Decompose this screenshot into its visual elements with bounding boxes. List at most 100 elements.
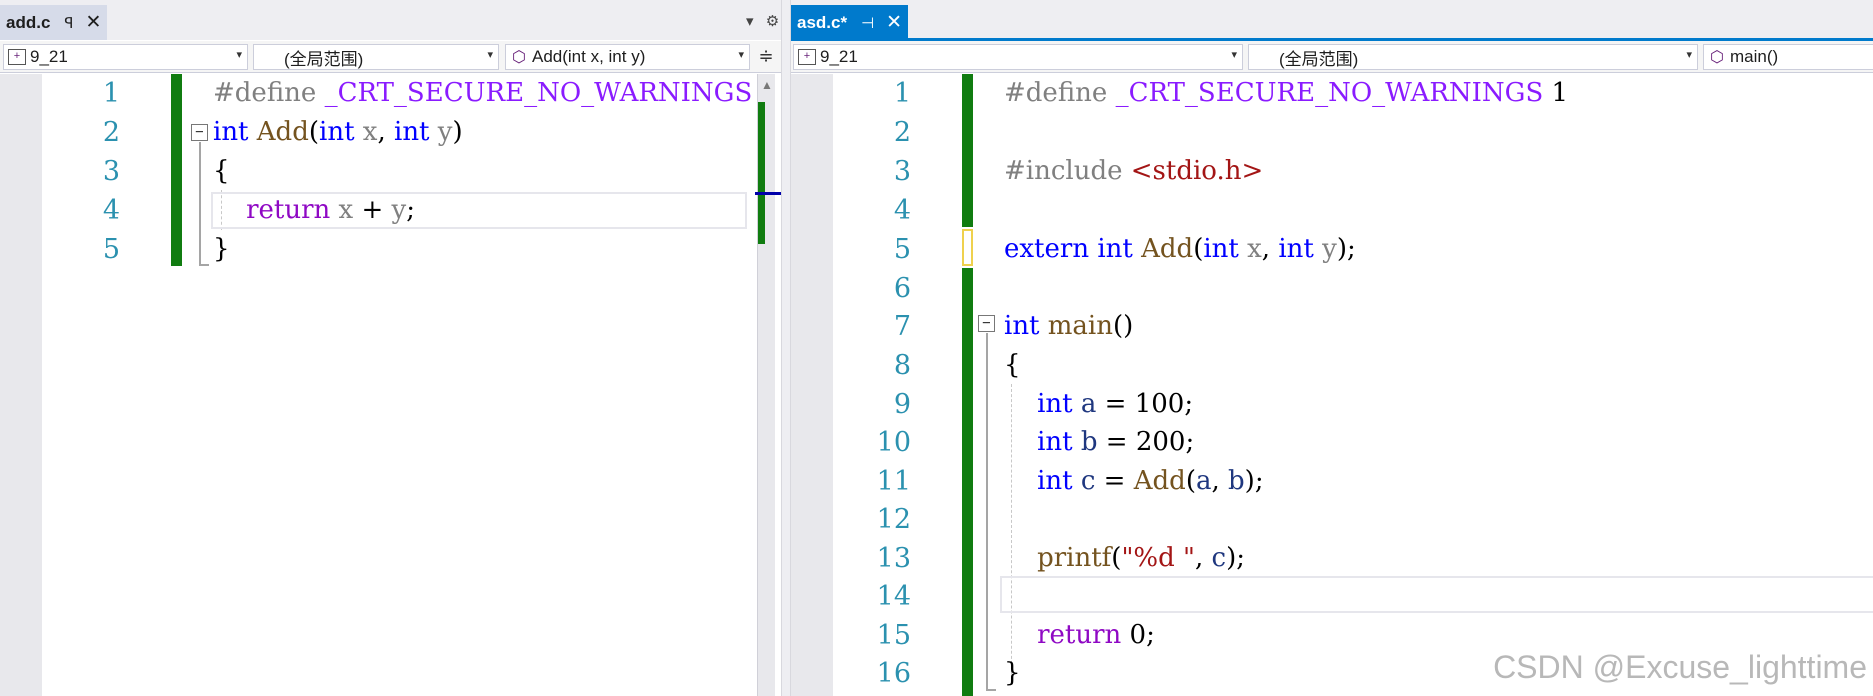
tab-add-c[interactable]: add.c ꟼ ✕	[0, 5, 108, 40]
code-editor[interactable]: 1 2 3 4 5 6 7 8 9 10 11 12 13 14 15 16 −…	[791, 74, 1873, 696]
tab-list-dropdown-icon[interactable]: ▾	[746, 12, 754, 30]
token-string: "%d "	[1121, 543, 1195, 573]
line-number: 2	[102, 117, 120, 148]
pin-icon[interactable]: ꟼ	[64, 14, 73, 32]
token-function: Add	[1141, 234, 1194, 264]
collapse-toggle[interactable]: −	[191, 124, 208, 141]
line-number: 4	[893, 195, 911, 226]
outline-line	[986, 333, 988, 691]
token-variable: a	[1195, 466, 1212, 496]
code-line-15: return 0;	[1004, 620, 1155, 650]
navigation-bar: + 9_21 ▾ (全局范围) ▾ ⬡ main()	[791, 41, 1873, 73]
token-preprocessor: #define	[1004, 78, 1108, 108]
token-punct: (	[1193, 234, 1204, 264]
code-line-11: int c = Add(a, b);	[1004, 466, 1264, 496]
token-param: y	[1322, 234, 1337, 264]
project-name: 9_21	[820, 47, 858, 66]
pin-icon[interactable]: ⊣	[861, 14, 874, 32]
code-line-8: {	[1004, 350, 1021, 380]
line-number: 2	[893, 117, 911, 148]
token-function: Add	[1133, 466, 1186, 496]
project-name: 9_21	[30, 47, 68, 66]
close-icon[interactable]: ✕	[886, 11, 902, 34]
chevron-down-icon: ▾	[1231, 49, 1237, 61]
project-icon: +	[8, 49, 26, 65]
change-tracking-bar	[962, 74, 973, 227]
token-number: 100	[1134, 389, 1185, 419]
code-editor[interactable]: 1 2 3 4 5 − #define _CRT_SECURE_NO_WARNI…	[0, 74, 777, 696]
scrollbar-caret-marker	[755, 192, 781, 195]
token-number: 1	[1551, 78, 1569, 108]
token-param: y	[391, 195, 407, 225]
line-number: 5	[102, 234, 120, 265]
scope-name: (全局范围)	[284, 49, 364, 69]
vertical-scrollbar[interactable]: ▲	[755, 74, 781, 696]
change-tracking-bar	[962, 268, 973, 696]
scope-name: (全局范围)	[1279, 49, 1359, 69]
token-keyword: int	[394, 117, 430, 147]
member-dropdown[interactable]: ⬡ main()	[1703, 44, 1873, 70]
token-preprocessor: #define	[213, 78, 317, 108]
line-number: 1	[102, 78, 120, 109]
token-macro: _CRT_SECURE_NO_WARNINGS	[1115, 78, 1544, 108]
current-line-highlight	[1000, 576, 1873, 613]
token-param: x	[1247, 234, 1262, 264]
token-punct: );	[1226, 543, 1245, 573]
line-number: 12	[876, 504, 911, 535]
line-number: 5	[893, 234, 911, 265]
code-line-16: }	[1004, 658, 1021, 688]
token-punct: (	[1111, 543, 1122, 573]
code-line-3: {	[213, 156, 230, 186]
token-punct: ;	[1185, 427, 1195, 457]
outline-line	[199, 142, 201, 266]
code-line-13: printf("%d ", c);	[1004, 543, 1245, 573]
gear-icon[interactable]: ⚙	[766, 12, 779, 30]
token-preprocessor: #include	[1004, 156, 1123, 186]
token-function: printf	[1037, 543, 1112, 573]
token-punct: ()	[1113, 311, 1134, 341]
collapse-toggle[interactable]: −	[978, 315, 995, 332]
token-punct: ;	[406, 195, 415, 225]
scope-dropdown[interactable]: (全局范围) ▾	[1248, 44, 1698, 70]
chevron-down-icon: ▾	[487, 49, 493, 61]
tab-title: add.c	[6, 12, 51, 32]
line-number: 15	[876, 620, 911, 651]
line-number: 7	[893, 311, 911, 342]
code-line-1: #define _CRT_SECURE_NO_WARNINGS 1	[213, 78, 777, 108]
tab-asd-c[interactable]: asd.c* ⊣ ✕	[791, 5, 909, 40]
tab-strip: add.c ꟼ ✕ ▾ ⚙	[0, 0, 781, 40]
token-variable: b	[1080, 427, 1098, 457]
token-variable: a	[1080, 389, 1097, 419]
code-line-5: extern int Add(int x, int y);	[1004, 234, 1356, 264]
close-icon[interactable]: ✕	[85, 11, 101, 34]
function-icon: ⬡	[1710, 49, 1724, 66]
code-line-7: int main()	[1004, 311, 1133, 341]
scope-dropdown[interactable]: (全局范围) ▾	[253, 44, 499, 70]
token-header: <stdio.h>	[1130, 156, 1264, 186]
code-line-2: int Add(int x, int y)	[213, 117, 463, 147]
split-window-button[interactable]: ≑	[753, 44, 779, 70]
chevron-down-icon: ▾	[1686, 49, 1692, 61]
token-punct: ,	[377, 117, 386, 147]
chevron-down-icon: ▾	[236, 49, 242, 61]
pane-splitter[interactable]	[781, 0, 791, 696]
project-dropdown[interactable]: + 9_21 ▾	[3, 44, 248, 70]
unsaved-change-bar	[962, 229, 973, 266]
token-punct: );	[1336, 234, 1356, 264]
watermark: CSDN @Excuse_lighttime	[1493, 649, 1867, 685]
line-number: 9	[893, 389, 911, 420]
line-number: 13	[876, 543, 911, 574]
selection-margin	[791, 74, 833, 696]
token-punct: (	[308, 117, 320, 147]
code-line-1: #define _CRT_SECURE_NO_WARNINGS 1	[1004, 78, 1568, 108]
line-number: 16	[876, 658, 911, 689]
scrollbar-change-marker	[758, 102, 765, 244]
scroll-up-icon[interactable]: ▲	[761, 78, 773, 92]
project-dropdown[interactable]: + 9_21 ▾	[793, 44, 1243, 70]
member-dropdown[interactable]: ⬡ Add(int x, int y) ▾	[505, 44, 750, 70]
token-punct: ,	[1261, 234, 1271, 264]
line-number: 1	[893, 78, 911, 109]
token-keyword: int	[1037, 427, 1073, 457]
line-number: 10	[876, 427, 911, 458]
token-number: 200	[1135, 427, 1186, 457]
